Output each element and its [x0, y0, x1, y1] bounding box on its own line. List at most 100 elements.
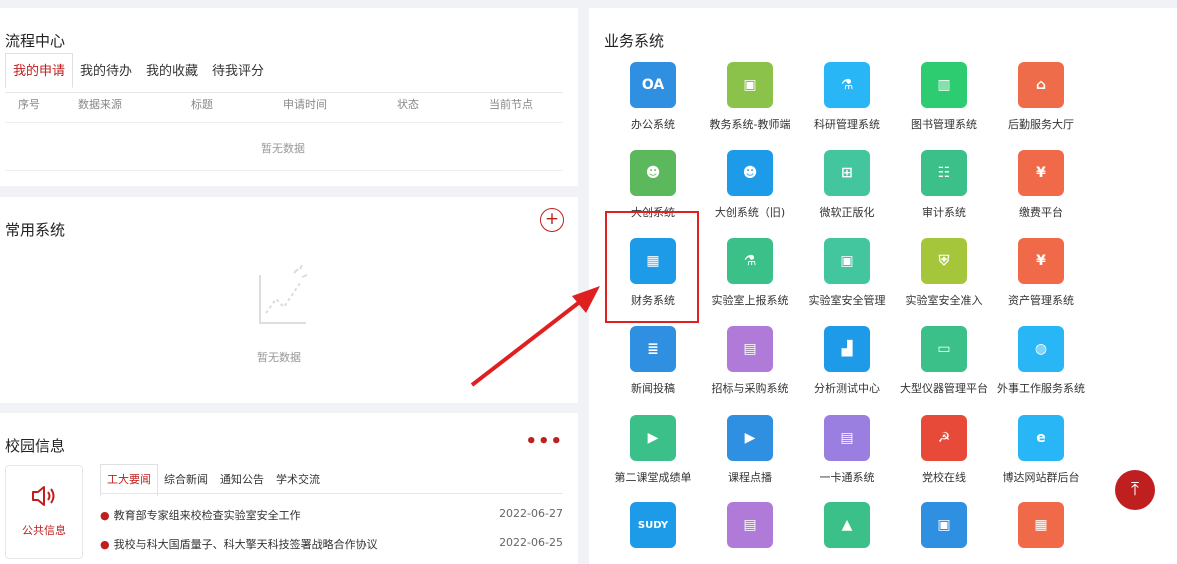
system-label: 第二课堂成绩单	[614, 471, 692, 484]
graduation-cap-icon: ▲	[824, 502, 870, 548]
business-systems-title: 业务系统	[604, 32, 665, 50]
row-divider	[5, 170, 563, 171]
system-picture-document[interactable]: ▣	[894, 502, 994, 556]
system-graduates-old[interactable]: ☻ 大创系统（旧)	[700, 150, 800, 220]
system-party-emblem[interactable]: ☭ 党校在线	[894, 415, 994, 485]
clipboard-icon: ☷	[921, 150, 967, 196]
system-cart[interactable]: ▤ 招标与采购系统	[700, 326, 800, 396]
system-seal-document[interactable]: ▤	[700, 502, 800, 556]
tabs-divider	[5, 92, 563, 93]
highlight-box	[605, 211, 699, 323]
calendar-icon: ▦	[1018, 502, 1064, 548]
system-bar-chart[interactable]: ▟ 分析测试中心	[797, 326, 897, 396]
system-label: 缴费平台	[1019, 206, 1063, 219]
system-label: 教务系统-教师端	[709, 118, 791, 131]
news-tabs-divider	[100, 493, 563, 494]
system-id-card[interactable]: ▤ 一卡通系统	[797, 415, 897, 485]
system-windows[interactable]: ⊞ 微软正版化	[797, 150, 897, 220]
col-apply-time: 申请时间	[283, 98, 327, 111]
system-label: 后勤服务大厅	[1008, 118, 1074, 131]
system-oa[interactable]: OA 办公系统	[603, 62, 703, 132]
system-asset-house[interactable]: ¥ 资产管理系统	[991, 238, 1091, 308]
system-clipboard[interactable]: ☷ 审计系统	[894, 150, 994, 220]
system-ie-monitor[interactable]: e 博达网站群后台	[991, 415, 1091, 485]
col-source: 数据来源	[78, 98, 122, 111]
add-system-button[interactable]: +	[540, 208, 564, 232]
system-news[interactable]: ≣ 新闻投稿	[603, 326, 703, 396]
system-label: 课程点播	[728, 471, 772, 484]
flow-empty-text: 暂无数据	[261, 142, 305, 155]
house-user-icon: ⌂	[1018, 62, 1064, 108]
flow-center-panel: 流程中心 我的申请 我的待办 我的收藏 待我评分 序号 数据来源 标题 申请时间…	[0, 8, 578, 186]
system-label: 分析测试中心	[814, 382, 880, 395]
system-teacher-screen[interactable]: ▣ 教务系统-教师端	[700, 62, 800, 132]
system-books[interactable]: ▥ 图书管理系统	[894, 62, 994, 132]
graduates-icon: ☻	[630, 150, 676, 196]
system-instrument-monitor[interactable]: ▭ 大型仪器管理平台	[894, 326, 994, 396]
system-video[interactable]: ▶ 课程点播	[700, 415, 800, 485]
common-systems-title: 常用系统	[5, 221, 66, 239]
system-label: 办公系统	[631, 118, 675, 131]
bar-chart-icon: ▟	[824, 326, 870, 372]
news-date: 2022-06-27	[499, 507, 563, 520]
windows-icon: ⊞	[824, 150, 870, 196]
system-label: 审计系统	[922, 206, 966, 219]
red-arrow-icon	[470, 286, 600, 387]
globe-monitor-icon: ◍	[1018, 326, 1064, 372]
cart-icon: ▤	[727, 326, 773, 372]
system-lab-report[interactable]: ⚗ 实验室上报系统	[700, 238, 800, 308]
news-date: 2022-06-25	[499, 536, 563, 549]
system-shield[interactable]: ⛨ 实验室安全准入	[894, 238, 994, 308]
public-info-label: 公共信息	[22, 524, 66, 537]
col-status: 状态	[397, 98, 419, 111]
system-calendar[interactable]: ▦	[991, 502, 1091, 556]
system-label: 外事工作服务系统	[997, 382, 1085, 395]
news-title[interactable]: 我校与科大国盾量子、科大擎天科技签署战略合作协议	[114, 538, 378, 551]
system-label: 新闻投稿	[631, 382, 675, 395]
more-button[interactable]: •••	[525, 431, 563, 452]
speaker-icon	[32, 486, 55, 506]
bullet-icon: ●	[100, 538, 110, 551]
table-header: 序号 数据来源 标题 申请时间 状态 当前节点	[5, 96, 563, 112]
system-house-user[interactable]: ⌂ 后勤服务大厅	[991, 62, 1091, 132]
bullet-icon: ●	[100, 509, 110, 522]
tab-my-todo[interactable]: 我的待办	[73, 60, 139, 88]
asset-house-icon: ¥	[1018, 238, 1064, 284]
system-label: 资产管理系统	[1008, 294, 1074, 307]
news-icon: ≣	[630, 326, 676, 372]
campus-info-panel: 校园信息 ••• 公共信息 工大要闻 综合新闻 通知公告 学术交流 ● 教育部专家…	[0, 413, 578, 564]
payment-icon: ¥	[1018, 150, 1064, 196]
public-info-card[interactable]: 公共信息	[5, 465, 83, 559]
system-label: 图书管理系统	[911, 118, 977, 131]
back-to-top-button[interactable]: ⤒	[1115, 470, 1155, 510]
system-lab-safety-monitor[interactable]: ▣ 实验室安全管理	[797, 238, 897, 308]
tab-my-applications[interactable]: 我的申请	[5, 53, 74, 88]
party-emblem-icon: ☭	[921, 415, 967, 461]
system-label: 一卡通系统	[819, 471, 875, 484]
system-label: 大型仪器管理平台	[900, 382, 988, 395]
system-graduates[interactable]: ☻ 大创系统	[603, 150, 703, 220]
lab-report-icon: ⚗	[727, 238, 773, 284]
news-item[interactable]: ● 我校与科大国盾量子、科大擎天科技签署战略合作协议 2022-06-25	[100, 536, 563, 552]
system-label: 实验室安全准入	[905, 294, 983, 307]
empty-chart-icon	[259, 265, 308, 324]
system-label: 实验室安全管理	[808, 294, 886, 307]
tab-my-favorites[interactable]: 我的收藏	[139, 60, 205, 88]
system-globe-monitor[interactable]: ◍ 外事工作服务系统	[991, 326, 1091, 396]
id-card-icon: ▤	[824, 415, 870, 461]
system-play-hexagon[interactable]: ▶ 第二课堂成绩单	[603, 415, 703, 485]
system-label: 博达网站群后台	[1002, 471, 1080, 484]
col-current-node: 当前节点	[489, 98, 533, 111]
system-microscope[interactable]: ⚗ 科研管理系统	[797, 62, 897, 132]
instrument-monitor-icon: ▭	[921, 326, 967, 372]
system-label: 大创系统（旧)	[714, 206, 786, 219]
news-title[interactable]: 教育部专家组来校检查实验室安全工作	[114, 509, 301, 522]
sudy-icon: SUDY	[630, 502, 676, 548]
system-label: 实验室上报系统	[711, 294, 789, 307]
system-payment[interactable]: ¥ 缴费平台	[991, 150, 1091, 220]
system-graduation-cap[interactable]: ▲	[797, 502, 897, 556]
oa-icon: OA	[630, 62, 676, 108]
tab-pending-rating[interactable]: 待我评分	[205, 60, 271, 88]
news-item[interactable]: ● 教育部专家组来校检查实验室安全工作 2022-06-27	[100, 507, 563, 523]
system-sudy[interactable]: SUDY	[603, 502, 703, 556]
